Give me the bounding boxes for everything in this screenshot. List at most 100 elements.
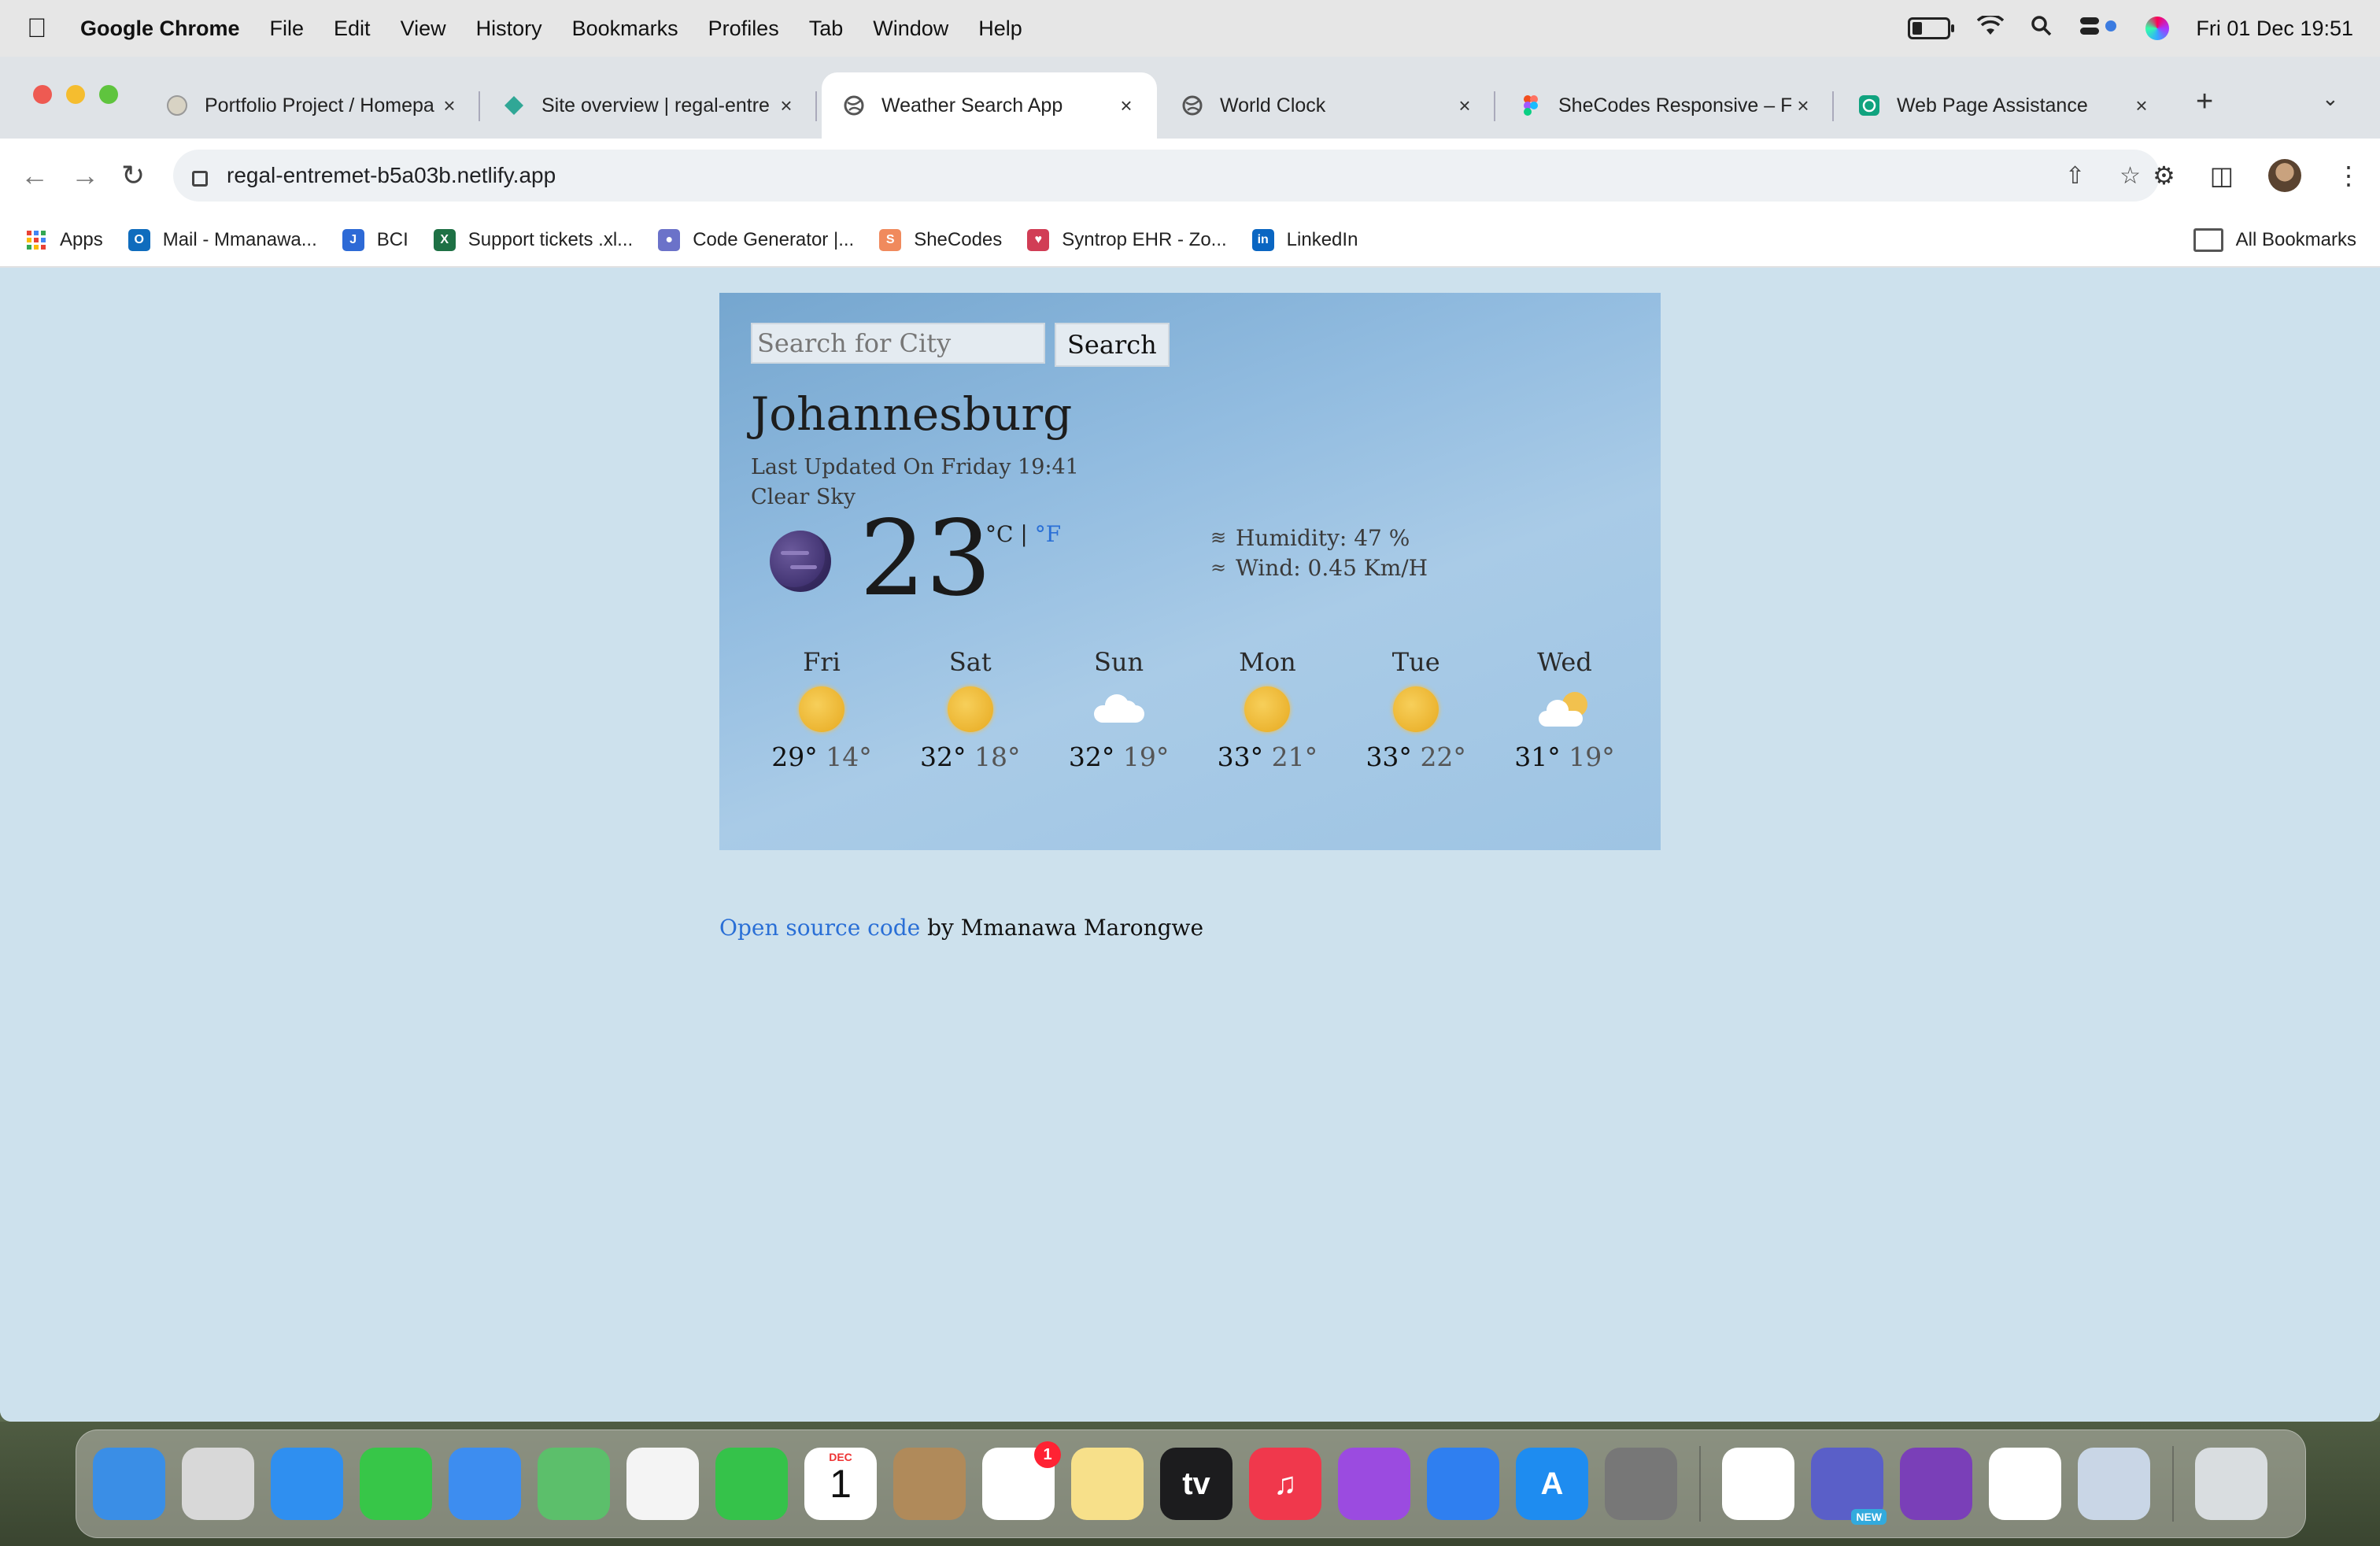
chrome-icon[interactable]	[1722, 1448, 1794, 1520]
notification-badge: 1	[1034, 1441, 1061, 1468]
menu-window[interactable]: Window	[873, 17, 948, 41]
tab-world-clock[interactable]: World Clock ×	[1160, 72, 1495, 139]
bookmark-support-tickets[interactable]: X Support tickets .xl...	[433, 229, 633, 251]
menu-view[interactable]: View	[401, 17, 446, 41]
forward-arrow-icon[interactable]: →	[71, 159, 99, 192]
menu-profiles[interactable]: Profiles	[708, 17, 779, 41]
reminders-icon[interactable]: 1	[982, 1441, 1061, 1520]
address-bar[interactable]: regal-entremet-b5a03b.netlify.app ⇧ ☆	[173, 150, 2160, 202]
forecast-max: 32°	[1068, 742, 1115, 772]
bookmark-bci[interactable]: J BCI	[342, 229, 408, 251]
menu-file[interactable]: File	[270, 17, 305, 41]
apple-tv-icon[interactable]: tv	[1160, 1448, 1232, 1520]
tab-close-icon[interactable]: ×	[1114, 94, 1138, 118]
photos-icon[interactable]	[626, 1448, 699, 1520]
tab-shecodes-responsive[interactable]: SheCodes Responsive – F ×	[1499, 72, 1834, 139]
back-arrow-icon[interactable]: ←	[20, 159, 49, 192]
keynote-icon[interactable]	[1427, 1448, 1499, 1520]
siri-icon[interactable]	[2145, 17, 2170, 40]
menu-tab[interactable]: Tab	[809, 17, 844, 41]
minimize-window-button[interactable]	[66, 85, 85, 104]
search-button[interactable]: Search	[1055, 323, 1170, 367]
reload-icon[interactable]: ↻	[121, 159, 145, 192]
tab-close-icon[interactable]: ×	[2130, 94, 2153, 118]
fullscreen-window-button[interactable]	[99, 85, 118, 104]
tab-search-chevron-down-icon[interactable]: ⌄	[2322, 87, 2339, 111]
tab-title: Web Page Assistance	[1897, 94, 2088, 117]
mail-icon[interactable]	[449, 1448, 521, 1520]
contacts-icon[interactable]	[893, 1448, 966, 1520]
maps-icon[interactable]	[538, 1448, 610, 1520]
bookmark-star-icon[interactable]: ☆	[2119, 162, 2141, 190]
city-search-input[interactable]	[751, 323, 1045, 364]
launchpad-icon[interactable]	[182, 1448, 254, 1520]
spotlight-search-icon[interactable]	[2031, 15, 2053, 43]
menu-bookmarks[interactable]: Bookmarks	[572, 17, 678, 41]
facetime-icon[interactable]	[715, 1448, 788, 1520]
tab-portfolio-project[interactable]: Portfolio Project / Homepa ×	[145, 72, 480, 139]
profile-avatar[interactable]	[2268, 159, 2301, 192]
tab-divider	[479, 91, 480, 121]
bookmark-label: Mail - Mmanawa...	[162, 229, 317, 250]
forecast-day-name: Mon	[1239, 647, 1296, 677]
last-updated: Last Updated On Friday 19:41	[751, 455, 1079, 479]
app-store-icon[interactable]: A	[1516, 1448, 1588, 1520]
safari-icon[interactable]	[271, 1448, 343, 1520]
vscode-icon[interactable]	[1989, 1448, 2061, 1520]
messages-icon[interactable]	[360, 1448, 432, 1520]
menu-help[interactable]: Help	[978, 17, 1022, 41]
app-store-glyph: A	[1540, 1466, 1564, 1501]
open-source-code-link[interactable]: Open source code	[719, 915, 920, 941]
tab-site-overview[interactable]: Site overview | regal-entre ×	[482, 72, 817, 139]
jira-icon: J	[342, 229, 364, 251]
teams-icon[interactable]: NEW	[1811, 1448, 1887, 1525]
wifi-icon[interactable]	[1977, 13, 2005, 42]
bookmark-code-generator[interactable]: ● Code Generator |...	[658, 229, 854, 251]
lock-icon[interactable]	[192, 171, 208, 187]
preview-icon[interactable]	[2078, 1448, 2150, 1520]
tab-close-icon[interactable]: ×	[1791, 94, 1815, 118]
dock-separator	[1699, 1446, 1701, 1522]
tab-weather-search-app[interactable]: Weather Search App ×	[822, 72, 1157, 139]
new-tab-plus-icon[interactable]: +	[2196, 85, 2213, 119]
bookmark-mail[interactable]: O Mail - Mmanawa...	[128, 229, 317, 251]
bookmark-shecodes[interactable]: S SheCodes	[879, 229, 1002, 251]
calendar-icon[interactable]: 1 DEC	[804, 1448, 877, 1520]
url-text[interactable]: regal-entremet-b5a03b.netlify.app	[227, 163, 556, 188]
forecast-day: Fri 29° 14°	[751, 647, 893, 772]
notes-icon[interactable]	[1071, 1448, 1144, 1520]
forecast-min: 19°	[1122, 742, 1170, 772]
github-desktop-icon[interactable]	[1900, 1448, 1972, 1520]
all-bookmarks-button[interactable]: All Bookmarks	[2193, 228, 2356, 252]
extensions-puzzle-icon[interactable]: ⚙	[2153, 161, 2175, 190]
tab-close-icon[interactable]: ×	[1453, 94, 1476, 118]
bookmark-syntrop-ehr[interactable]: ♥ Syntrop EHR - Zo...	[1027, 229, 1227, 251]
tab-divider	[815, 91, 817, 121]
close-window-button[interactable]	[33, 85, 52, 104]
podcasts-icon[interactable]	[1338, 1448, 1410, 1520]
battery-icon[interactable]	[1908, 17, 1955, 39]
music-icon[interactable]: ♫	[1249, 1448, 1321, 1520]
system-settings-icon[interactable]	[1605, 1448, 1677, 1520]
browser-toolbar: ← → ↻ regal-entremet-b5a03b.netlify.app …	[0, 139, 2380, 214]
forecast-day-name: Fri	[803, 647, 841, 677]
tab-close-icon[interactable]: ×	[438, 94, 461, 118]
menu-history[interactable]: History	[476, 17, 542, 41]
bookmark-linkedin[interactable]: in LinkedIn	[1251, 229, 1358, 251]
share-icon[interactable]: ⇧	[2065, 162, 2085, 190]
forecast-min: 22°	[1420, 742, 1466, 772]
apple-menu-icon[interactable]: 	[27, 13, 58, 44]
app-menu[interactable]: Google Chrome	[80, 17, 240, 41]
tab-close-icon[interactable]: ×	[774, 94, 798, 118]
chrome-menu-kebab-icon[interactable]: ⋮	[2336, 161, 2361, 190]
tab-web-page-assistance[interactable]: Web Page Assistance ×	[1837, 72, 2172, 139]
trash-icon[interactable]	[2195, 1448, 2267, 1520]
side-panel-icon[interactable]: ◫	[2210, 161, 2234, 190]
control-center-icon[interactable]	[2079, 15, 2119, 43]
finder-icon[interactable]	[93, 1448, 165, 1520]
menu-edit[interactable]: Edit	[334, 17, 371, 41]
fahrenheit-link[interactable]: °F	[1035, 521, 1061, 547]
menubar-clock[interactable]: Fri 01 Dec 19:51	[2196, 17, 2353, 41]
bookmark-apps[interactable]: Apps	[25, 229, 103, 251]
celsius-unit[interactable]: °C	[985, 521, 1013, 547]
